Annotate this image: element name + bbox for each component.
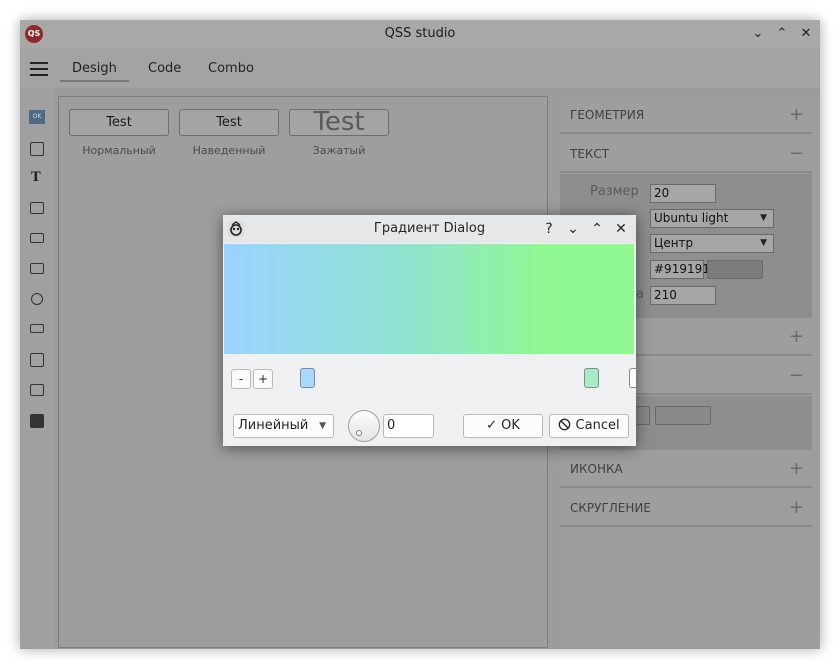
section-icon[interactable]: ИКОНКА + — [560, 450, 812, 488]
spinbox-icon[interactable] — [30, 233, 44, 243]
cancel-label: Cancel — [575, 418, 620, 433]
frame-icon[interactable] — [30, 353, 44, 367]
test-button-normal[interactable]: Test — [69, 109, 169, 136]
maximize-button[interactable]: ⌃ — [772, 24, 792, 44]
expand-icon[interactable]: + — [789, 318, 804, 356]
size-label: Размер — [590, 184, 639, 199]
font-select-value: Ubuntu light — [654, 211, 729, 225]
dialog-minimize-button[interactable]: ⌄ — [563, 219, 583, 239]
section-title: ТЕКСТ — [570, 147, 610, 161]
window-title: QSS studio — [384, 26, 456, 41]
gradient-stop-handle[interactable] — [629, 368, 636, 388]
chevron-down-icon: ▼ — [760, 238, 767, 248]
collapse-icon[interactable]: − — [789, 135, 804, 173]
expand-icon[interactable]: + — [789, 450, 804, 488]
size-field[interactable]: 20 — [650, 184, 716, 203]
section-title: СКРУГЛЕНИЕ — [570, 501, 651, 515]
section-text[interactable]: ТЕКСТ − — [560, 135, 812, 173]
checkbox-icon[interactable] — [30, 142, 44, 156]
chevron-down-icon: ▼ — [760, 213, 767, 223]
section-title: ГЕОМЕТРИЯ — [570, 108, 645, 122]
expand-icon[interactable]: + — [789, 489, 804, 527]
align-select[interactable]: Центр ▼ — [650, 234, 774, 253]
dialog-maximize-button[interactable]: ⌃ — [587, 219, 607, 239]
caption-hover: Наведенный — [192, 144, 266, 157]
section-title: ИКОНКА — [570, 462, 623, 476]
widget-toolbox: OK T — [20, 88, 54, 649]
hamburger-menu-icon[interactable] — [30, 62, 48, 76]
color-field[interactable]: #919191 — [650, 260, 710, 279]
ok-button[interactable]: ✓ OK — [463, 414, 543, 438]
check-icon: ✓ — [486, 418, 497, 433]
section-geometry[interactable]: ГЕОМЕТРИЯ + — [560, 96, 812, 134]
tab-code[interactable]: Code — [148, 60, 181, 82]
cancel-icon — [559, 418, 571, 431]
color-swatch[interactable] — [655, 406, 711, 425]
gradient-dialog: Градиент Dialog ? ⌄ ⌃ ✕ - + Линейный ▼ 0… — [223, 215, 636, 446]
main-toolbar: Desigh Code Combo — [20, 48, 820, 88]
label-icon[interactable]: T — [31, 170, 41, 185]
close-button[interactable]: ✕ — [796, 24, 816, 44]
section-rounding[interactable]: СКРУГЛЕНИЕ + — [560, 489, 812, 527]
ok-label: OK — [501, 418, 520, 433]
gradient-mode-value: Линейный — [238, 418, 309, 433]
window-titlebar: QS QSS studio ⌄ ⌃ ✕ — [20, 20, 820, 48]
test-button-hover[interactable]: Test — [179, 109, 279, 136]
angle-input[interactable]: 0 — [383, 414, 434, 438]
align-select-value: Центр — [654, 236, 694, 250]
graphics-view-icon[interactable] — [30, 414, 44, 428]
tab-design[interactable]: Desigh — [60, 60, 129, 82]
chevron-down-icon: ▼ — [319, 421, 326, 431]
add-stop-button[interactable]: + — [253, 369, 273, 389]
gradient-mode-select[interactable]: Линейный ▼ — [233, 414, 334, 438]
caption-pressed: Зажатый — [312, 144, 366, 157]
text-edit-icon[interactable] — [30, 384, 44, 396]
dial-notch — [356, 430, 362, 436]
tab-combo[interactable]: Combo — [208, 60, 254, 82]
font-select[interactable]: Ubuntu light ▼ — [650, 209, 774, 228]
angle-dial[interactable] — [348, 410, 380, 442]
push-button-icon[interactable]: OK — [29, 110, 45, 124]
cancel-button[interactable]: Cancel — [549, 414, 629, 438]
gradient-stop-handle[interactable] — [584, 368, 599, 388]
caption-normal: Нормальный — [82, 144, 156, 157]
gradient-stop-handle[interactable] — [300, 368, 315, 388]
radio-button-icon[interactable] — [31, 293, 43, 305]
line-edit-icon[interactable] — [30, 324, 44, 333]
help-button[interactable]: ? — [539, 219, 559, 239]
dialog-close-button[interactable]: ✕ — [611, 219, 631, 239]
dialog-titlebar: Градиент Dialog ? ⌄ ⌃ ✕ — [223, 215, 636, 243]
color-swatch[interactable] — [707, 260, 763, 279]
combobox-icon[interactable] — [30, 202, 44, 214]
collapse-icon[interactable]: − — [789, 357, 804, 395]
list-widget-icon[interactable] — [30, 263, 44, 274]
gradient-preview — [224, 244, 634, 354]
expand-icon[interactable]: + — [789, 96, 804, 134]
test-button-pressed[interactable]: Test — [289, 109, 389, 136]
remove-stop-button[interactable]: - — [231, 369, 251, 389]
property-field[interactable]: 210 — [650, 286, 716, 305]
minimize-button[interactable]: ⌄ — [748, 24, 768, 44]
property-label: а — [636, 287, 644, 302]
